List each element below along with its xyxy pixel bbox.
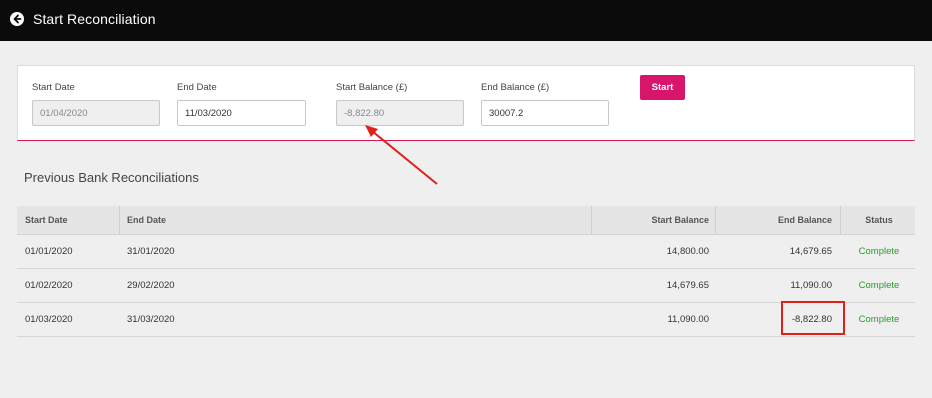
start-balance-label: Start Balance (£) — [336, 82, 408, 93]
cell-start-balance: 14,679.65 — [666, 280, 709, 291]
cell-start-date: 01/01/2020 — [25, 246, 73, 257]
cell-start-date: 01/02/2020 — [25, 280, 73, 291]
cell-end-balance: 11,090.00 — [790, 280, 832, 291]
cell-end-date: 31/01/2020 — [127, 246, 175, 257]
section-title: Previous Bank Reconciliations — [24, 170, 199, 185]
column-header-status[interactable]: Status — [843, 206, 915, 234]
status-badge: Complete — [858, 280, 900, 291]
page-title: Start Reconciliation — [33, 11, 156, 27]
column-divider — [119, 206, 120, 234]
cell-end-date: 29/02/2020 — [127, 280, 175, 291]
status-badge: Complete — [858, 314, 900, 325]
back-arrow-icon[interactable] — [10, 12, 24, 26]
column-header-start-balance[interactable]: Start Balance — [651, 206, 709, 234]
end-balance-field[interactable] — [481, 100, 609, 126]
cell-start-date: 01/03/2020 — [25, 314, 73, 325]
column-header-end-date[interactable]: End Date — [127, 206, 166, 234]
status-badge: Complete — [858, 246, 900, 257]
cell-end-balance: 14,679.65 — [789, 246, 832, 257]
table-row[interactable]: 01/01/2020 31/01/2020 14,800.00 14,679.6… — [17, 235, 915, 269]
cell-start-balance: 11,090.00 — [667, 314, 709, 325]
column-header-end-balance[interactable]: End Balance — [778, 206, 832, 234]
start-date-label: Start Date — [32, 82, 75, 93]
end-date-field[interactable] — [177, 100, 306, 126]
cell-start-balance: 14,800.00 — [666, 246, 709, 257]
end-balance-label: End Balance (£) — [481, 82, 550, 93]
annotation-arrow-icon — [365, 125, 438, 185]
annotation-highlight-box — [781, 301, 845, 335]
table-row[interactable]: 01/02/2020 29/02/2020 14,679.65 11,090.0… — [17, 269, 915, 303]
title-bar: Start Reconciliation — [0, 0, 932, 41]
column-header-start-date[interactable]: Start Date — [25, 206, 68, 234]
start-date-field[interactable] — [32, 100, 160, 126]
column-divider — [715, 206, 716, 234]
table-header: Start Date End Date Start Balance End Ba… — [17, 206, 915, 235]
end-date-label: End Date — [177, 82, 217, 93]
start-balance-field[interactable] — [336, 100, 464, 126]
cell-end-date: 31/03/2020 — [127, 314, 175, 325]
column-divider — [840, 206, 841, 234]
start-button[interactable]: Start — [640, 75, 685, 100]
column-divider — [591, 206, 592, 234]
reconciliation-form: Start Date End Date Start Balance (£) En… — [17, 65, 915, 141]
